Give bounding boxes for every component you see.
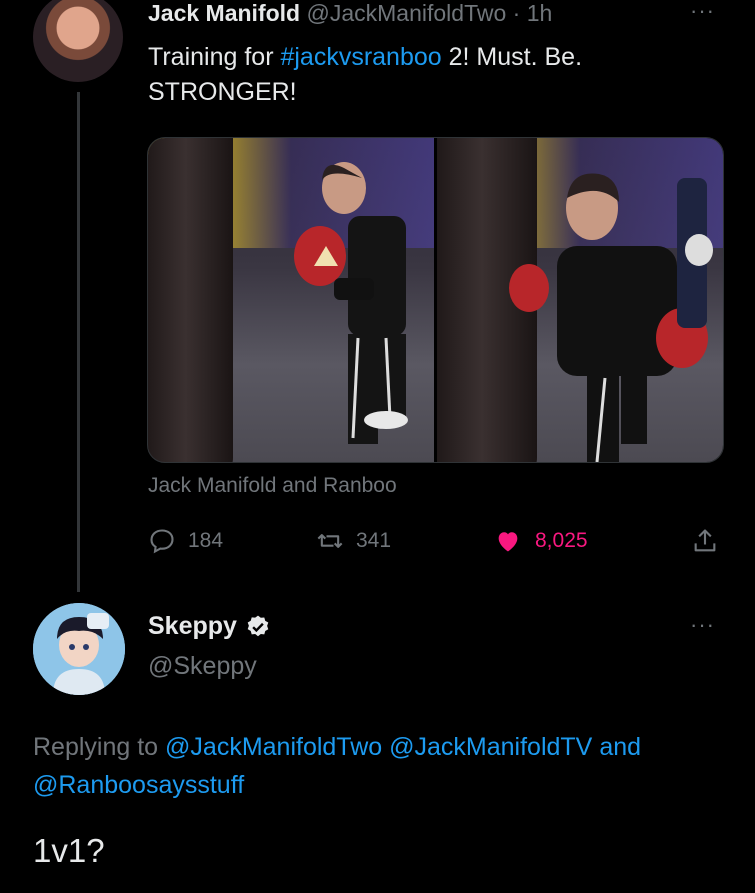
and-word: and [599, 733, 642, 761]
reply-count: 184 [188, 529, 224, 552]
heart-icon [498, 532, 518, 552]
tweet-time[interactable]: 1h [527, 0, 553, 26]
mention-link[interactable]: @JackManifoldTwo [165, 733, 382, 761]
tweet-photo-2[interactable] [437, 138, 723, 462]
reply-icon [150, 529, 174, 554]
like-action[interactable]: 8,025 [493, 527, 588, 555]
more-icon[interactable]: ··· [690, 612, 715, 638]
tweet-actions: 184 341 8,025 [148, 527, 728, 559]
tweet2-author[interactable]: Skeppy [148, 612, 271, 641]
avatar-jack-manifold[interactable] [33, 0, 123, 82]
author-handle[interactable]: @Skeppy [148, 652, 257, 681]
reply-action[interactable]: 184 [148, 527, 223, 555]
boxer-figure [294, 162, 408, 444]
more-icon[interactable]: ··· [690, 0, 715, 24]
avatar-illustration [33, 603, 125, 695]
replying-to: Replying to @JackManifoldTwo @JackManifo… [33, 728, 733, 804]
tweet-text-part: Training for [148, 43, 281, 71]
tweet1-header: Jack Manifold @JackManifoldTwo · 1h [148, 0, 552, 27]
author-handle[interactable]: @JackManifoldTwo [307, 0, 507, 26]
avatar-skeppy[interactable] [33, 603, 125, 695]
verified-badge-icon [247, 615, 269, 636]
author-name[interactable]: Jack Manifold [148, 0, 300, 26]
retweet-count: 341 [356, 529, 392, 552]
author-name[interactable]: Skeppy [148, 612, 237, 641]
hashtag-link[interactable]: #jackvsranboo [280, 43, 441, 71]
tagged-users[interactable]: Jack Manifold and Ranboo [148, 474, 397, 498]
mention-link[interactable]: @Ranboosaysstuff [33, 771, 244, 799]
boxer-figure [509, 173, 713, 462]
tweet1-text: Training for #jackvsranboo 2! Must. Be. … [148, 40, 708, 110]
tweet2-text: 1v1? [33, 832, 105, 869]
mention-link[interactable]: @JackManifoldTV [389, 733, 592, 761]
tweet-media-grid [147, 137, 724, 463]
retweet-icon [317, 534, 343, 548]
share-icon [694, 529, 716, 552]
replying-prefix: Replying to [33, 733, 159, 761]
separator: · [512, 0, 521, 26]
like-count: 8,025 [535, 529, 588, 552]
retweet-action[interactable]: 341 [316, 527, 391, 555]
thread-connector-line [77, 92, 80, 592]
tweet-photo-1[interactable] [148, 138, 434, 462]
share-action[interactable] [691, 527, 719, 555]
